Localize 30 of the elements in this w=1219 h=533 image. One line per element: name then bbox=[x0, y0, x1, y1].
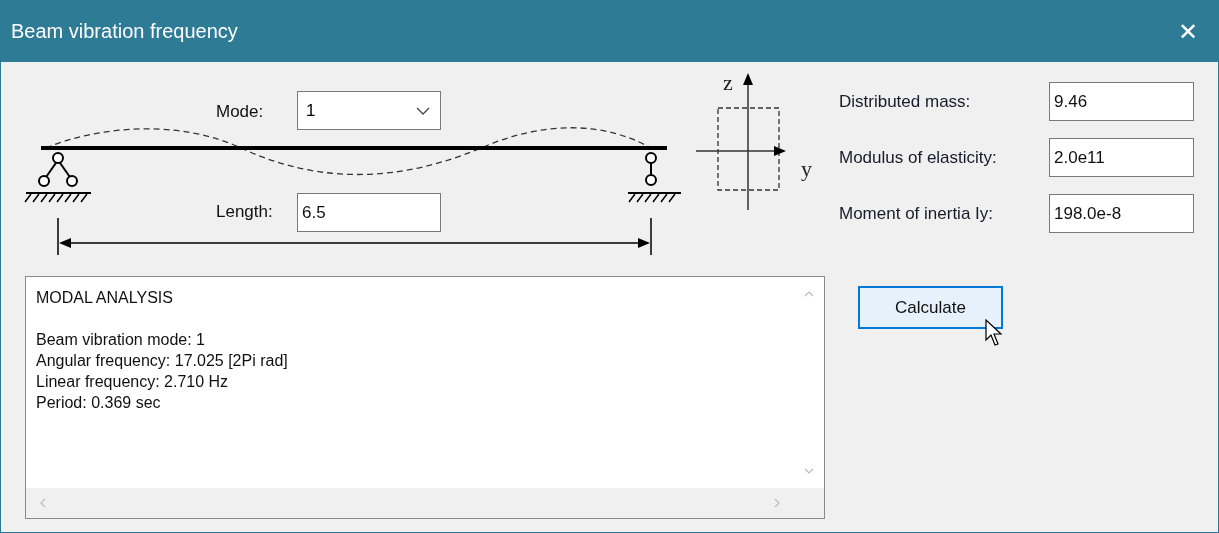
scroll-down-icon bbox=[804, 468, 814, 474]
result-line: Beam vibration mode: 1 bbox=[36, 330, 206, 350]
mouse-pointer-icon bbox=[985, 319, 1003, 347]
scroll-right-icon bbox=[774, 498, 780, 508]
result-line: Angular frequency: 17.025 [2Pi rad] bbox=[36, 351, 289, 371]
close-button[interactable]: ✕ bbox=[1170, 17, 1206, 46]
mode-dropdown[interactable]: 1 bbox=[297, 91, 441, 130]
length-input[interactable]: 6.5 bbox=[297, 193, 441, 232]
calculate-button[interactable]: Calculate bbox=[858, 286, 1003, 329]
results-text-area[interactable]: MODAL ANALYSIS Beam vibration mode: 1 Angular frequency: 17.025 [2Pi rad] Linear frequency: 2.710 Hz Period: 0.369 sec bbox=[25, 276, 825, 519]
results-heading: MODAL ANALYSIS bbox=[36, 288, 174, 308]
vertical-scrollbar[interactable] bbox=[794, 277, 824, 488]
y-axis-label: y bbox=[801, 156, 812, 182]
property-input[interactable]: 9.46 bbox=[1049, 82, 1194, 121]
window-title: Beam vibration frequency bbox=[11, 20, 238, 43]
roller-support-drawing bbox=[627, 152, 682, 203]
result-line: Linear frequency: 2.710 Hz bbox=[36, 372, 230, 392]
property-label: Distributed mass: bbox=[839, 91, 972, 112]
result-line: Period: 0.369 sec bbox=[36, 393, 162, 413]
property-label: Moment of inertia Iy: bbox=[839, 203, 994, 224]
property-label: Modulus of elasticity: bbox=[839, 147, 998, 168]
length-label: Length: bbox=[216, 202, 273, 222]
property-input[interactable]: 2.0e11 bbox=[1049, 138, 1194, 177]
scroll-up-icon bbox=[804, 291, 814, 297]
chevron-down-icon bbox=[416, 106, 430, 115]
z-axis-label: z bbox=[723, 70, 733, 96]
pinned-support-drawing bbox=[24, 152, 92, 203]
property-input[interactable]: 198.0e-8 bbox=[1049, 194, 1194, 233]
scroll-left-icon bbox=[40, 498, 46, 508]
mode-label: Mode: bbox=[216, 102, 264, 122]
